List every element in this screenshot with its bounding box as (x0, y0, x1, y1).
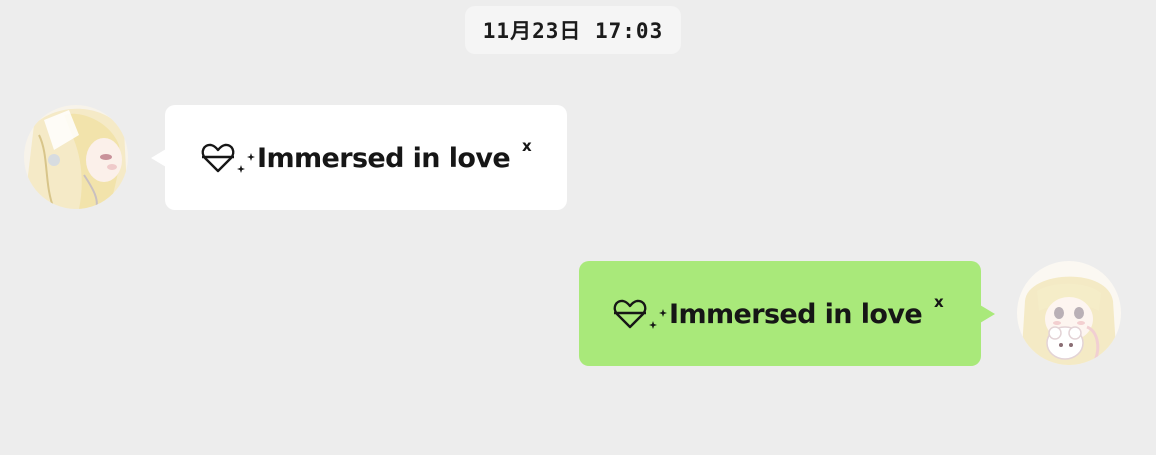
message-content: Immersed in love x (201, 137, 532, 175)
incoming-message-bubble[interactable]: Immersed in love x (151, 105, 567, 210)
heart-sparkle-icon (201, 143, 255, 173)
message-text: Immersed in love (257, 143, 511, 174)
my-avatar-image (1017, 261, 1121, 365)
contact-avatar-image (24, 105, 128, 209)
contact-avatar[interactable] (24, 105, 128, 209)
heart-sparkle-icon (613, 299, 667, 329)
timestamp-label: 11月23日 17:03 (465, 6, 681, 54)
my-avatar[interactable] (1017, 261, 1121, 365)
outgoing-message-bubble[interactable]: Immersed in love x (579, 261, 995, 366)
message-text: Immersed in love (669, 299, 923, 330)
message-suffix: x (934, 292, 944, 311)
message-content: Immersed in love x (613, 293, 944, 331)
bubble-tail (151, 149, 166, 167)
message-suffix: x (522, 136, 532, 155)
bubble-tail (980, 305, 995, 323)
